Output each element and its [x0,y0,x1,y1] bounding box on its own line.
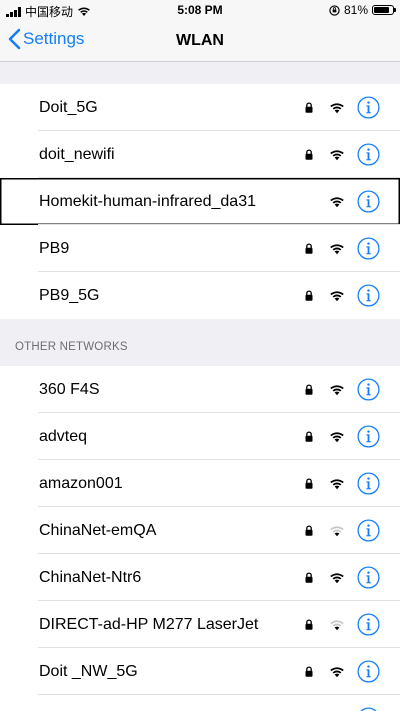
known-networks-group: Doit_5G doit_newifi Homekit-human-infrared… [0,84,400,319]
network-row[interactable]: ChinaNet-emQA [0,507,400,554]
network-row-icons [303,237,380,260]
network-name: 360 F4S [39,380,100,398]
network-row[interactable]: Doit_5G [0,84,400,131]
network-row[interactable]: PB9 [0,225,400,272]
status-right: 81% [329,3,396,17]
battery-percent: 81% [343,3,368,17]
network-row-icons [303,425,380,448]
network-name: Doit_5G [39,98,98,116]
wifi-icon [329,384,345,396]
network-row[interactable]: Doit _NW_5G [0,648,400,695]
network-name: doit_newifi [39,145,115,163]
network-row[interactable]: Homekit-human-infrared_da31 [0,178,400,225]
info-icon[interactable] [357,425,380,448]
lock-icon [303,431,315,442]
network-name: advteq [39,427,88,445]
info-icon[interactable] [357,143,380,166]
network-row-icons [303,472,380,495]
lock-icon [303,666,315,677]
info-icon[interactable] [357,707,380,711]
network-row[interactable]: doit_newifi [0,131,400,178]
info-icon[interactable] [357,190,380,213]
network-row[interactable]: PB9_5G [0,272,400,319]
wifi-icon [329,666,345,678]
other-networks-header-label: OTHER NETWORKS [15,341,128,353]
network-row[interactable]: ChinaNet-Ntr6 [0,554,400,601]
network-name: PB9_5G [39,286,100,304]
other-networks-header: OTHER NETWORKS [0,319,400,366]
battery-icon [372,5,396,15]
network-row[interactable]: DIRECT-ad-HP M277 LaserJet [0,601,400,648]
network-name: amazon001 [39,474,123,492]
wifi-icon [329,243,345,255]
network-row-icons [303,143,380,166]
info-icon[interactable] [357,613,380,636]
wifi-icon [329,290,345,302]
info-icon[interactable] [357,96,380,119]
wifi-icon [329,196,345,208]
info-icon[interactable] [357,378,380,401]
lock-icon [303,243,315,254]
network-name: Doit _NW_5G [39,662,138,680]
network-row-icons [303,284,380,307]
lock-icon [303,478,315,489]
status-bar: 中国移动 5:08 PM 81% [0,0,400,22]
navigation-bar: Settings WLAN [0,22,400,62]
wlan-settings-screen: 中国移动 5:08 PM 81% Settings WLAN Doit_5G d… [0,0,400,711]
wifi-icon [329,525,345,537]
info-icon[interactable] [357,660,380,683]
network-name: PB9 [39,239,70,257]
lock-icon [303,619,315,630]
network-row-icons [303,519,380,542]
wifi-icon [329,149,345,161]
network-row-icons [303,660,380,683]
network-name: DIRECT-ad-HP M277 LaserJet [39,615,259,633]
orientation-lock-icon [329,4,340,16]
network-name: ChinaNet-emQA [39,521,157,539]
info-icon[interactable] [357,472,380,495]
network-row[interactable]: amazon001 [0,460,400,507]
wifi-icon [329,102,345,114]
wifi-icon [329,619,345,631]
network-row-icons [303,190,380,213]
info-icon[interactable] [357,519,380,542]
wifi-icon [329,572,345,584]
network-row-icons [303,613,380,636]
page-title: WLAN [176,32,224,49]
info-icon[interactable] [357,284,380,307]
lock-icon [303,572,315,583]
network-row-icons [303,96,380,119]
network-row-icons [303,707,380,711]
network-row[interactable]: Doit_Old [0,695,400,711]
network-name: Homekit-human-infrared_da31 [39,192,256,210]
info-icon[interactable] [357,237,380,260]
network-row-icons [303,378,380,401]
lock-icon [303,525,315,536]
network-name: ChinaNet-Ntr6 [39,568,142,586]
lock-icon [303,149,315,160]
lock-icon [303,102,315,113]
lock-icon [303,384,315,395]
top-spacer [0,62,400,84]
network-row[interactable]: advteq [0,413,400,460]
network-row[interactable]: 360 F4S [0,366,400,413]
network-list-area: Doit_5G doit_newifi Homekit-human-infrared… [0,62,400,711]
wifi-icon [329,478,345,490]
info-icon[interactable] [357,566,380,589]
other-networks-group: 360 F4S advteq amazon001 ChinaNet-emQA China… [0,366,400,711]
network-row-icons [303,566,380,589]
wifi-icon [329,431,345,443]
lock-icon [303,290,315,301]
battery-level-fill [374,7,389,13]
